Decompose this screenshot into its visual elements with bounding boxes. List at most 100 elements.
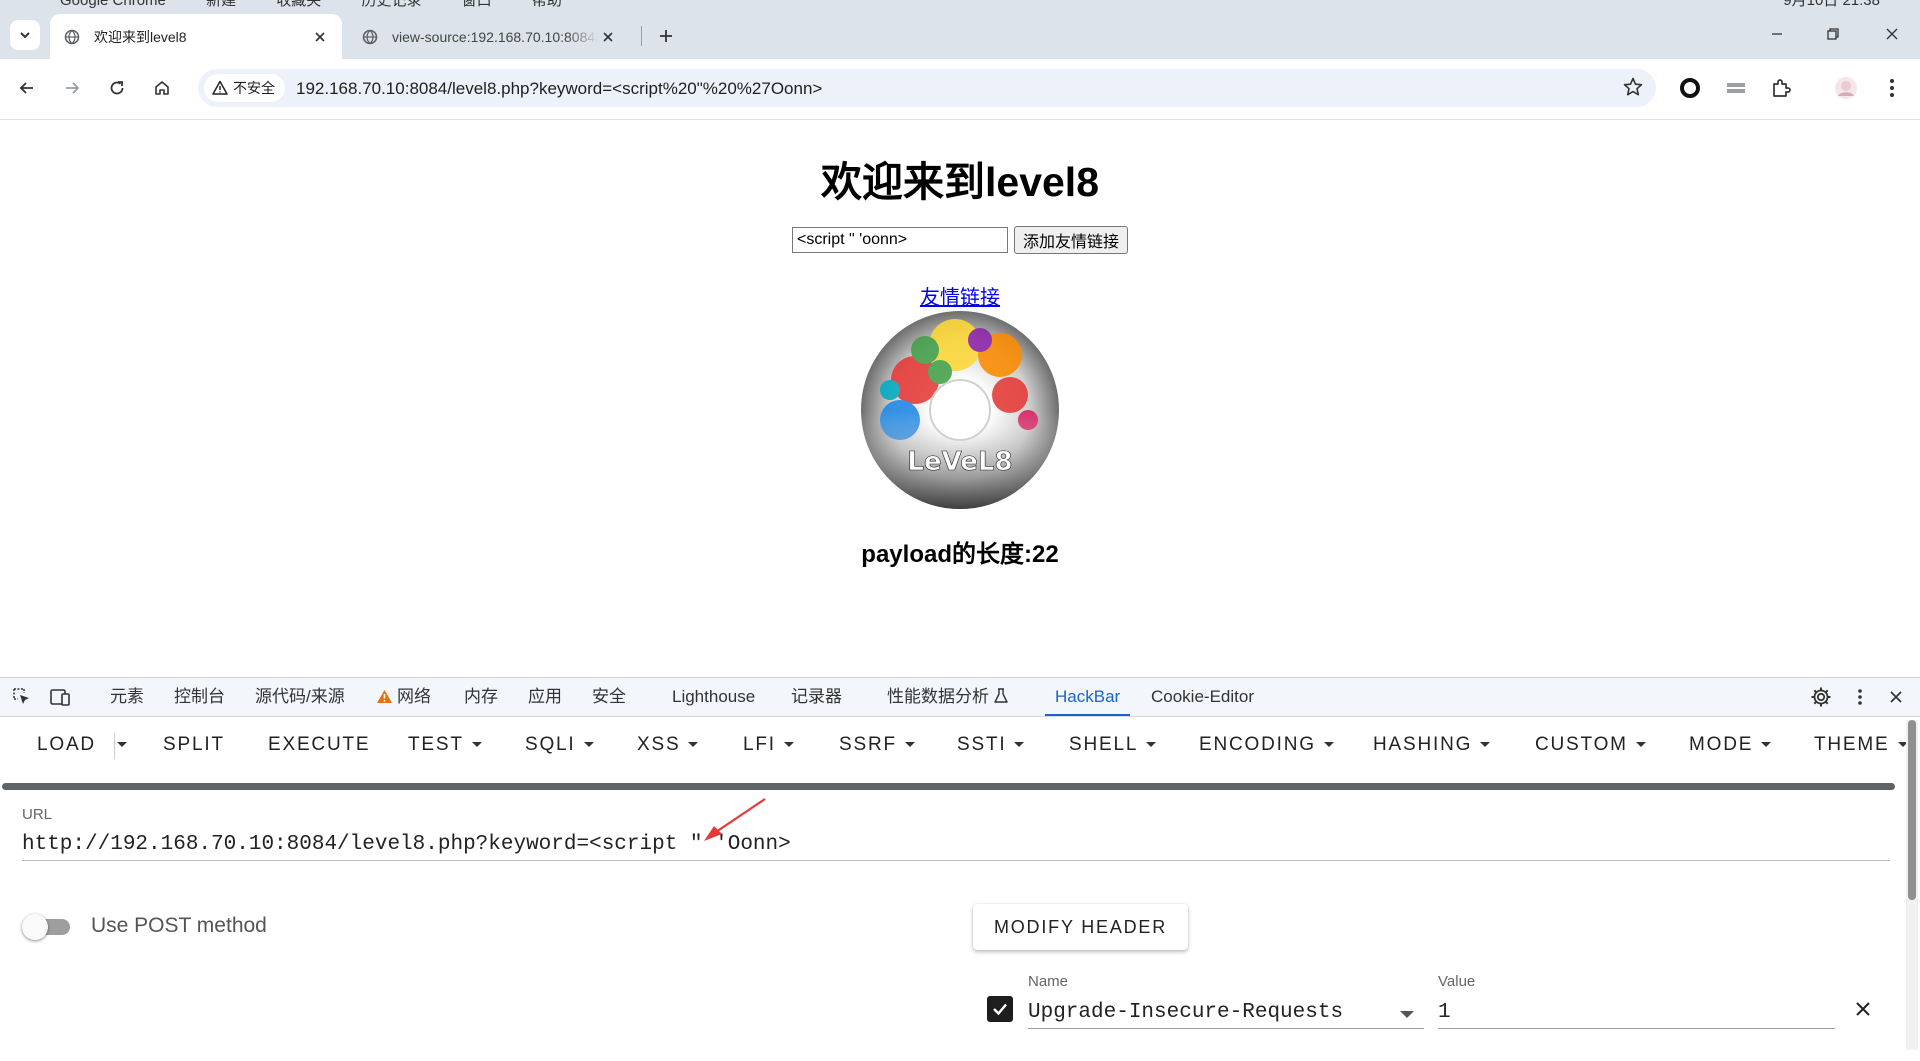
- restore-button[interactable]: [1813, 18, 1853, 50]
- hackbar-ssrf-label: SSRF: [839, 734, 897, 755]
- reload-button[interactable]: [100, 71, 134, 105]
- header-name-select[interactable]: Upgrade-Insecure-Requests: [1028, 998, 1424, 1029]
- remove-header-icon[interactable]: [1850, 996, 1876, 1022]
- hackbar-extension-button[interactable]: [1719, 71, 1753, 105]
- warning-icon: [377, 690, 392, 703]
- payload-length: payload的长度:22: [861, 541, 1059, 568]
- tab-strip: Google Chrome 新建 收藏夹 历史记录 窗口 帮助 9月10日 21…: [0, 0, 1920, 59]
- hackbar-lfi-menu[interactable]: LFI: [743, 734, 794, 756]
- hackbar-scrollbar[interactable]: [1906, 720, 1918, 1050]
- hackbar-xss-menu[interactable]: XSS: [637, 734, 699, 756]
- hackbar-shell-menu[interactable]: SHELL: [1069, 734, 1157, 756]
- level8-disc-image: LeVeL8: [860, 310, 1060, 510]
- os-menu-item[interactable]: Google Chrome: [60, 0, 166, 9]
- extension-circle-button[interactable]: [1673, 71, 1707, 105]
- hackbar-theme-label: THEME: [1814, 734, 1890, 755]
- os-menu-item[interactable]: 新建: [206, 0, 236, 9]
- os-menu-item[interactable]: 帮助: [532, 0, 562, 9]
- close-tab-icon[interactable]: [598, 27, 618, 47]
- hackbar-test-menu[interactable]: TEST: [408, 734, 482, 756]
- browser-menu-button[interactable]: [1875, 71, 1909, 105]
- devtools-tab-elements[interactable]: 元素: [110, 678, 144, 716]
- friend-link[interactable]: 友情链接: [920, 287, 1000, 309]
- header-name-label: Name: [1028, 973, 1069, 990]
- scrollbar-thumb[interactable]: [1908, 720, 1916, 900]
- header-value-input[interactable]: 1: [1438, 998, 1835, 1029]
- hackbar-ssrf-menu[interactable]: SSRF: [839, 734, 915, 756]
- tab-view-source[interactable]: view-source:192.168.70.10:8084/level8.ph…: [350, 14, 630, 59]
- forward-button[interactable]: [55, 71, 89, 105]
- home-icon: [155, 81, 169, 95]
- close-tab-icon[interactable]: [310, 27, 330, 47]
- annotation-arrow: [704, 798, 766, 841]
- hackbar-load-dropdown[interactable]: [117, 734, 127, 756]
- os-menu-item[interactable]: 收藏夹: [276, 0, 321, 9]
- devtools-panel: 元素 控制台 源代码/来源 网络 内存 应用 安全 Lighthouse 记录器…: [0, 677, 1920, 1061]
- device-toolbar-icon[interactable]: [49, 686, 71, 708]
- globe-icon: [64, 29, 80, 44]
- home-button[interactable]: [145, 71, 179, 105]
- checkmark-icon: [993, 1003, 1007, 1016]
- hackbar-sqli-label: SQLI: [525, 734, 576, 755]
- os-menu-bar: Google Chrome 新建 收藏夹 历史记录 窗口 帮助: [60, 0, 598, 10]
- url-field-label: URL: [22, 806, 53, 823]
- close-window-button[interactable]: [1872, 18, 1912, 50]
- security-chip[interactable]: 不安全: [204, 74, 285, 102]
- dropdown-arrow-icon: [1400, 1011, 1414, 1018]
- devtools-tab-sources[interactable]: 源代码/来源: [255, 678, 345, 716]
- browser-toolbar: 不安全 192.168.70.10:8084/level8.php?keywor…: [0, 59, 1920, 120]
- devtools-tab-recorder[interactable]: 记录器: [791, 678, 842, 716]
- inspect-element-icon[interactable]: [11, 686, 33, 708]
- hackbar-custom-menu[interactable]: CUSTOM: [1535, 734, 1646, 756]
- hackbar-mode-menu[interactable]: MODE: [1689, 734, 1772, 756]
- hackbar-mode-label: MODE: [1689, 734, 1754, 755]
- devtools-more-icon[interactable]: [1849, 686, 1871, 708]
- post-method-toggle[interactable]: [22, 914, 74, 940]
- devtools-tab-performance-insights[interactable]: 性能数据分析: [887, 678, 1008, 716]
- hackbar-encoding-menu[interactable]: ENCODING: [1199, 734, 1334, 756]
- header-value-label: Value: [1438, 973, 1476, 990]
- devtools-tab-security[interactable]: 安全: [592, 678, 626, 716]
- devtools-tab-network-label: 网络: [397, 687, 431, 706]
- hackbar-hashing-menu[interactable]: HASHING: [1373, 734, 1491, 756]
- os-menu-item[interactable]: 历史记录: [361, 0, 421, 9]
- devtools-tab-cookie-editor[interactable]: Cookie-Editor: [1151, 678, 1254, 716]
- devtools-close-icon[interactable]: [1885, 686, 1907, 708]
- hackbar-encoding-label: ENCODING: [1199, 734, 1316, 755]
- hackbar-lfi-label: LFI: [743, 734, 776, 755]
- close-icon: [1886, 28, 1898, 40]
- header-enabled-checkbox[interactable]: [987, 996, 1013, 1022]
- hackbar-theme-menu[interactable]: THEME: [1814, 734, 1908, 756]
- keyword-input[interactable]: [792, 227, 1008, 253]
- devtools-tab-console[interactable]: 控制台: [174, 678, 225, 716]
- url-text[interactable]: 192.168.70.10:8084/level8.php?keyword=<s…: [296, 79, 822, 99]
- devtools-tab-network[interactable]: 网络: [376, 678, 431, 716]
- profile-avatar[interactable]: [1829, 71, 1863, 105]
- devtools-tab-application[interactable]: 应用: [528, 678, 562, 716]
- new-tab-button[interactable]: [652, 22, 680, 50]
- hackbar-ssti-menu[interactable]: SSTI: [957, 734, 1025, 756]
- avatar-icon: [1835, 77, 1857, 99]
- hackbar-split-button[interactable]: SPLIT: [163, 734, 225, 756]
- extensions-button[interactable]: [1764, 71, 1798, 105]
- devtools-tab-memory[interactable]: 内存: [464, 678, 498, 716]
- minimize-button[interactable]: [1757, 18, 1797, 50]
- back-button[interactable]: [10, 71, 44, 105]
- tab-level8[interactable]: 欢迎来到level8: [50, 14, 342, 59]
- tab-title: view-source:192.168.70.10:8084/level8.ph…: [392, 28, 598, 45]
- devtools-settings-icon[interactable]: [1810, 686, 1832, 708]
- hackbar-url-input[interactable]: http://192.168.70.10:8084/level8.php?key…: [22, 830, 1890, 861]
- devtools-tab-hackbar[interactable]: HackBar: [1044, 678, 1131, 716]
- address-bar[interactable]: 不安全 192.168.70.10:8084/level8.php?keywor…: [198, 69, 1656, 107]
- hackbar-execute-button[interactable]: EXECUTE: [268, 734, 370, 756]
- modify-header-button[interactable]: MODIFY HEADER: [973, 904, 1188, 950]
- devtools-tab-lighthouse[interactable]: Lighthouse: [672, 678, 755, 716]
- reload-icon: [110, 81, 124, 95]
- os-menu-item[interactable]: 窗口: [462, 0, 492, 9]
- bookmark-star-icon[interactable]: [1622, 76, 1644, 98]
- add-friend-link-button[interactable]: 添加友情链接: [1014, 226, 1129, 254]
- hackbar-sqli-menu[interactable]: SQLI: [525, 734, 594, 756]
- warning-icon: [212, 80, 228, 95]
- tab-search-button[interactable]: [10, 20, 40, 50]
- hackbar-load-button[interactable]: LOAD: [37, 734, 96, 756]
